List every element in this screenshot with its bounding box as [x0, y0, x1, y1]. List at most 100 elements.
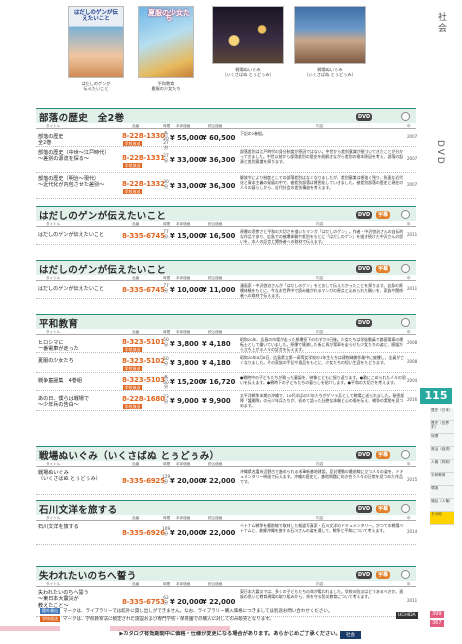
cover-title: はだしのゲンが伝えたいこと [74, 10, 118, 22]
item-year: 2004 [407, 378, 418, 383]
price-tax-included: ¥ 22,000 [202, 477, 236, 485]
price-base: ¥ 10,000 [170, 286, 204, 294]
price-tax-included: ¥ 16,500 [202, 232, 236, 240]
order-check-icon[interactable] [401, 264, 410, 273]
sidebar-category-3[interactable]: 地理 [430, 434, 454, 447]
item-year: 2015 [407, 477, 418, 482]
subtitle-badge: 字幕 [376, 504, 391, 513]
thumbnail-4[interactable]: 戦場ぬいぐみ （いくさばぬ とぅどぅみ） [294, 6, 366, 77]
thumbnail-3[interactable]: 戦場ぬいぐみ （いくさばぬ とぅどぅみ） [212, 6, 284, 77]
item-code: 8-335-6926 [122, 529, 165, 537]
price-base: ¥ 20,000 [170, 598, 204, 606]
section-header: 平和教育 DVD [36, 314, 416, 330]
item-description: 太平洋戦争末期の沖縄で、10代半ばの少年たちがゲリラ兵として戦場に送られました。… [240, 393, 405, 408]
section-header: 戦場ぬいぐみ（いくさばぬ とぅどぅみ） DVD 字幕 [36, 446, 416, 462]
price-tax-included: ¥ 9,900 [202, 397, 231, 405]
item-minutes: 50分 [163, 357, 169, 367]
price-base: ¥ 33,000 [170, 182, 204, 190]
price-base: ¥ 33,000 [170, 156, 204, 164]
item-year: 2014 [407, 529, 418, 534]
item-title: 部落の歴史（中世～江戸時代） ～差別の源流を探る～ [38, 150, 110, 163]
item-minutes: 27分 [163, 154, 169, 164]
table-row[interactable]: はだしのゲンが伝えたいこと 8-335-6745 77分 ¥ 10,000 ¥ 11,0… [36, 281, 417, 299]
school-broadcast-tag: 学校放送 [123, 385, 142, 390]
table-row[interactable]: 戦争童謡集 4巻組 8-323-5103 学校放送 各60分 ¥ 15,200 ¥ 16,… [36, 373, 418, 391]
dvd-badge: DVD [356, 504, 373, 513]
price-tax-included: ¥ 4,180 [202, 359, 231, 367]
section-title: 石川文洋を旅する [39, 505, 118, 516]
price-tax-included: ¥ 36,300 [202, 156, 236, 164]
item-description: 昭和20年、広島の市電が走った原爆投下のわずか3日後。少女たちは学徒動員で路面電… [240, 337, 404, 352]
page-ref-1[interactable]: 399 [430, 611, 444, 618]
thumbnail-2[interactable]: 夏服の少女たち 平和教育 夏服の少女たち [138, 6, 194, 91]
dvd-badge: DVD [356, 210, 373, 219]
table-row[interactable]: 石川文洋を旅する 8-335-6926 109分 ¥ 20,000 ¥ 22,000 ベト… [36, 521, 418, 545]
item-title: 失われたいのちへ誓う ～東日本大震災が 教えたこと～ [38, 590, 89, 609]
item-year: 2011 [407, 598, 418, 603]
subtitle-badge: 字幕 [376, 450, 391, 459]
item-description: 下記の2巻組。 [240, 131, 266, 136]
subtitle-badge: 字幕 [376, 570, 391, 579]
item-title: あの日、僕らは戦場で ～少年兵の告白～ [38, 396, 89, 409]
item-title: 部落の歴史 全2巻 [38, 134, 64, 147]
item-minutes: 109分 [162, 527, 171, 537]
item-minutes: 50分 [163, 338, 169, 348]
sidebar-category-4[interactable]: 政治（経済） [430, 447, 454, 460]
still-image [212, 6, 284, 64]
item-code: 8-335-6925 [122, 477, 165, 485]
section-badge: 社会 [340, 631, 361, 639]
item-year: 2011 [407, 232, 418, 237]
school-broadcast-tag: 学校放送 [123, 163, 142, 168]
price-base: ¥ 3,800 [170, 359, 199, 367]
section-header: 部落の歴史 全2巻 DVD [36, 108, 416, 124]
section-title: 平和教育 [39, 319, 79, 330]
order-check-icon[interactable] [401, 450, 410, 459]
section-header: はだしのゲンが伝えたいこと DVD 字幕 [36, 206, 416, 222]
item-title: はだしのゲンが伝えたいこと [38, 286, 105, 292]
item-description: 解放令により制度としての部落差別はなくなりましたが、差別意識は根強く残り、急速な… [240, 175, 404, 190]
sidebar-category-7[interactable]: 環境 [430, 486, 454, 499]
item-code: 8-228-1331 [122, 154, 165, 162]
table-row[interactable]: 部落の歴史 全2巻 8-228-1330 学校放送 各20 27分 ¥ 55,000 ¥ … [36, 129, 417, 151]
sidebar-category-2[interactable]: 歴史（世界史） [430, 421, 454, 434]
sidebar-category-6[interactable]: 平和教育 [430, 473, 454, 486]
page-ref-2[interactable]: 367 [430, 620, 444, 627]
section-title: 部落の歴史 全2巻 [39, 113, 125, 124]
dvd-badge: DVD [356, 264, 373, 273]
sidebar-category-5[interactable]: 人権（同和） [430, 460, 454, 473]
price-base: ¥ 20,000 [170, 529, 204, 537]
section-title: はだしのゲンが伝えたいこと [39, 265, 167, 276]
table-row[interactable]: あの日、僕らは戦場で ～少年兵の告白～ 8-228-1680 学校放送 73分 ¥ 9,… [36, 391, 417, 411]
item-title: 石川文洋を旅する [38, 524, 79, 530]
table-row[interactable]: 部落の歴史（明治～現代） ～近代化が内包させた差別～ 8-228-1332 学校放送… [36, 173, 418, 199]
price-base: ¥ 15,200 [170, 378, 204, 386]
order-check-icon[interactable] [401, 570, 410, 579]
table-row[interactable]: 夏服の少女たち 8-323-5102 学校放送 50分 ¥ 3,800 ¥ 4,180 昭和… [36, 353, 417, 373]
price-base: ¥ 55,000 [170, 134, 204, 142]
sidebar-category-9[interactable]: その他 [430, 512, 454, 525]
table-row[interactable]: 部落の歴史（中世～江戸時代） ～差別の源流を探る～ 8-228-1331 学校放送 2… [36, 147, 417, 173]
table-row[interactable]: はだしのゲンが伝えたいこと 8-335-6745 77分 ¥ 15,000 ¥ 16,5… [36, 227, 418, 245]
thumbnail-1[interactable]: はだしのゲンが伝えたいこと はだしのゲンが 伝えたいこと [68, 6, 124, 91]
table-row[interactable]: 戦場ぬいぐみ （いくさばぬ とぅどぅみ） 8-335-6925 129分 ¥ 20,0… [36, 467, 418, 495]
price-tax-included: ¥ 60,500 [202, 134, 236, 142]
item-minutes: 129分 [162, 475, 171, 485]
subtitle-badge: 字幕 [376, 210, 391, 219]
item-title: 部落の歴史（明治～現代） ～近代化が内包させた差別～ [38, 176, 105, 189]
cover-image: はだしのゲンが伝えたいこと [68, 6, 124, 78]
sidebar-media-label: DVD [435, 140, 445, 166]
order-check-icon[interactable] [401, 504, 410, 513]
item-year: 2007 [407, 182, 418, 187]
item-code: 8-228-1680 [122, 395, 165, 403]
sidebar-category-1[interactable]: 歴史（日本） [430, 408, 454, 421]
order-check-icon[interactable] [401, 318, 410, 327]
school-badge: 学校放送 [40, 616, 60, 622]
sidebar-category-8[interactable]: 福祉（人権） [430, 499, 454, 512]
order-check-icon[interactable] [401, 210, 410, 219]
section-title: 失われたいのちへ誓う [39, 571, 137, 582]
order-check-icon[interactable] [401, 112, 410, 121]
sidebar: 社会 DVD 115 歴史（日本） 歴史（世界史） 地理 政治（経済） 人権（同和） 平和… [420, 0, 462, 644]
table-row[interactable]: ヒロシマに 一番電車が走った 8-323-5101 学校放送 50分 ¥ 3,800 ¥ … [36, 335, 417, 353]
section-header: はだしのゲンが伝えたいこと DVD 字幕 [36, 260, 416, 276]
price-base: ¥ 20,000 [170, 477, 204, 485]
